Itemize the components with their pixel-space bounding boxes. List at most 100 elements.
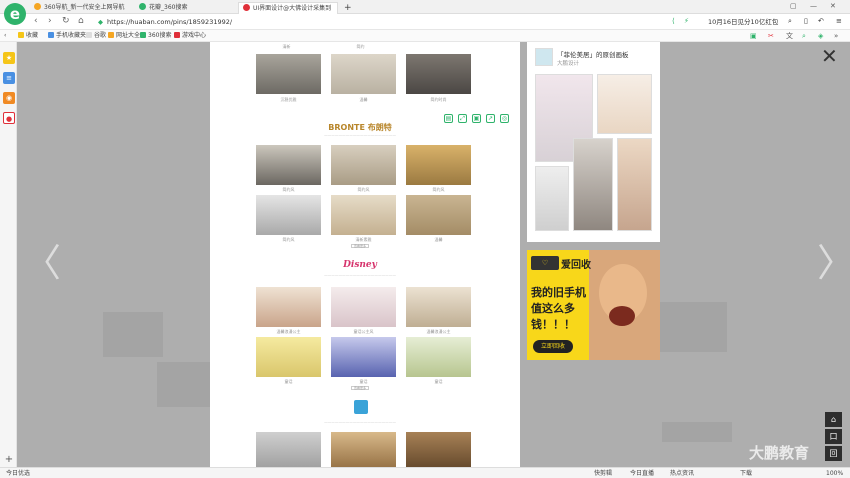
back-icon[interactable]: ‹ <box>34 16 38 26</box>
help-button[interactable]: 回 <box>825 446 842 461</box>
forward-icon[interactable]: › <box>48 16 52 26</box>
brand-title: BRONTE 布朗特 <box>328 123 392 132</box>
caption: 温馨 <box>434 237 443 242</box>
favorites-icon[interactable]: ★ <box>3 52 15 64</box>
collect-icon[interactable]: ▣ <box>472 114 481 123</box>
cut-icon[interactable]: ✂ <box>768 31 774 41</box>
save-icon[interactable]: ▤ <box>444 114 453 123</box>
room-photo <box>331 432 396 467</box>
bookmark-item[interactable]: 收藏 <box>18 31 38 41</box>
more-icon[interactable]: » <box>834 31 838 41</box>
status-left[interactable]: 今日优选 <box>6 469 30 478</box>
reading-icon[interactable]: ≡ <box>3 72 15 84</box>
ad-headline: 值这么多 <box>531 302 575 315</box>
address-bar: ‹ › ↻ ⌂ ◆ https://huaban.com/pins/1859231… <box>0 14 850 30</box>
search-360-icon <box>140 32 146 38</box>
add-sidebar-button[interactable]: + <box>3 454 15 466</box>
caption: 童话 <box>359 379 368 384</box>
prev-arrow[interactable]: 〈 <box>23 232 61 287</box>
board-owner[interactable]: 大鹏设计 <box>557 59 579 67</box>
bookmark-item[interactable]: 游戏中心 <box>174 31 206 41</box>
browser-sidebar: ★ ≡ ◉ ● + <box>0 42 17 467</box>
ext-icon[interactable]: ▣ <box>750 31 757 41</box>
bookmark-item[interactable]: 360搜索 <box>140 31 171 41</box>
brand-description: ———————————————————— <box>324 273 396 277</box>
home-icon[interactable]: ⌂ <box>78 16 84 26</box>
room-photo <box>256 145 321 185</box>
advertisement[interactable]: ♡ 爱回收 我的旧手机 值这么多 钱！！！ 立即回收 <box>527 250 660 360</box>
brand-title: Disney <box>343 260 377 270</box>
caption: 温馨浪漫公主 <box>276 329 301 334</box>
speed-icon[interactable]: ⚡ <box>684 17 689 25</box>
more-button: 查看更多 <box>351 244 369 248</box>
ad-cta-button[interactable]: 立即回收 <box>533 340 573 353</box>
tab-huaban[interactable]: UI界面设计@大佛设计采集到 <box>238 2 338 14</box>
bookmark-item[interactable]: 网址大全 <box>108 31 140 41</box>
close-window-icon[interactable]: ✕ <box>830 2 836 10</box>
bg-block <box>662 422 732 442</box>
share-icon[interactable]: ⟨ <box>672 17 675 25</box>
video-icon[interactable]: ● <box>3 112 15 124</box>
caption: 童话 <box>434 379 443 384</box>
caption: 简约风 <box>357 187 370 192</box>
bookmark-item[interactable]: 手机收藏夹 <box>48 31 86 41</box>
status-item[interactable]: 下载 <box>740 469 752 478</box>
board-thumbnail[interactable] <box>597 74 652 134</box>
status-item[interactable]: 热点资讯 <box>670 469 694 478</box>
brand-description: ———————————————————— <box>324 420 396 424</box>
refresh-icon[interactable]: ↻ <box>62 16 70 26</box>
menu-icon[interactable]: ≡ <box>836 17 842 25</box>
board-thumbnail[interactable] <box>617 138 652 231</box>
game-icon <box>174 32 180 38</box>
room-photo <box>331 287 396 327</box>
device-icon[interactable]: ▯ <box>804 17 808 25</box>
star-icon <box>18 32 24 38</box>
promo-text[interactable]: 10月16日见分10亿红包 <box>708 16 778 28</box>
room-photo <box>406 337 471 377</box>
share-icon[interactable]: ↗ <box>486 114 495 123</box>
tab-360-nav[interactable]: 360导航_新一代安全上网导航 <box>30 2 130 14</box>
safe-icon[interactable]: ◈ <box>818 31 823 41</box>
image-toolbar: ▤ ⤢ ▣ ↗ ◎ <box>442 112 512 126</box>
bookmark-item[interactable]: 谷歌 <box>86 31 106 41</box>
undo-icon[interactable]: ↶ <box>818 17 824 25</box>
feedback-button[interactable]: 口 <box>825 429 842 444</box>
status-item[interactable]: 今日直播 <box>630 469 654 478</box>
translate-icon[interactable]: 文 <box>786 31 793 41</box>
fullscreen-icon[interactable]: ⤢ <box>458 114 467 123</box>
new-tab-button[interactable]: + <box>340 2 356 14</box>
zoom-icon[interactable]: ⌕ <box>802 31 806 41</box>
board-thumbnail[interactable] <box>573 138 613 231</box>
board-avatar[interactable] <box>535 48 553 66</box>
tab-favicon <box>243 4 250 11</box>
bookmark-toggle-icon[interactable]: ‹ <box>4 31 6 41</box>
caption: 童话 <box>284 379 293 384</box>
browser-logo[interactable]: e <box>4 3 26 25</box>
next-arrow[interactable]: 〉 <box>817 232 850 287</box>
more-button: 查看更多 <box>351 386 369 390</box>
board-thumbnail[interactable] <box>535 166 569 231</box>
tab-favicon <box>34 3 41 10</box>
close-viewer-button[interactable]: ✕ <box>821 44 838 68</box>
pin-image[interactable]: 清新 简约 沉稳优雅 温馨 简约时尚 BRONTE 布朗特 ——————————… <box>210 42 520 467</box>
restore-icon[interactable]: ▢ <box>790 2 797 10</box>
weibo-icon[interactable]: ◉ <box>3 92 15 104</box>
room-photo <box>331 54 396 94</box>
room-photo <box>256 432 321 467</box>
tab-bar: e 360导航_新一代安全上网导航 花瓣_360搜索 UI界面设计@大佛设计采集… <box>0 0 850 25</box>
status-item[interactable]: 快剪辑 <box>594 469 612 478</box>
search-image-icon[interactable]: ◎ <box>500 114 509 123</box>
tab-favicon <box>139 3 146 10</box>
back-to-top-button[interactable]: ⌂ <box>825 412 842 427</box>
zoom-level[interactable]: 100% <box>826 469 843 478</box>
board-card[interactable]: 「菲伦美居」的原创画板 大鹏设计 <box>527 42 660 242</box>
tab-360-search[interactable]: 花瓣_360搜索 <box>135 2 235 14</box>
page-icon <box>86 32 92 38</box>
ad-photo-mouth <box>609 306 635 326</box>
search-icon[interactable]: ⌕ <box>788 17 792 26</box>
caption: 简约风 <box>432 187 445 192</box>
room-photo <box>406 432 471 467</box>
board-title[interactable]: 「菲伦美居」的原创画板 <box>557 49 629 59</box>
url-field[interactable]: ◆ https://huaban.com/pins/1859231992/ <box>98 16 658 28</box>
minimize-icon[interactable]: — <box>810 2 817 10</box>
